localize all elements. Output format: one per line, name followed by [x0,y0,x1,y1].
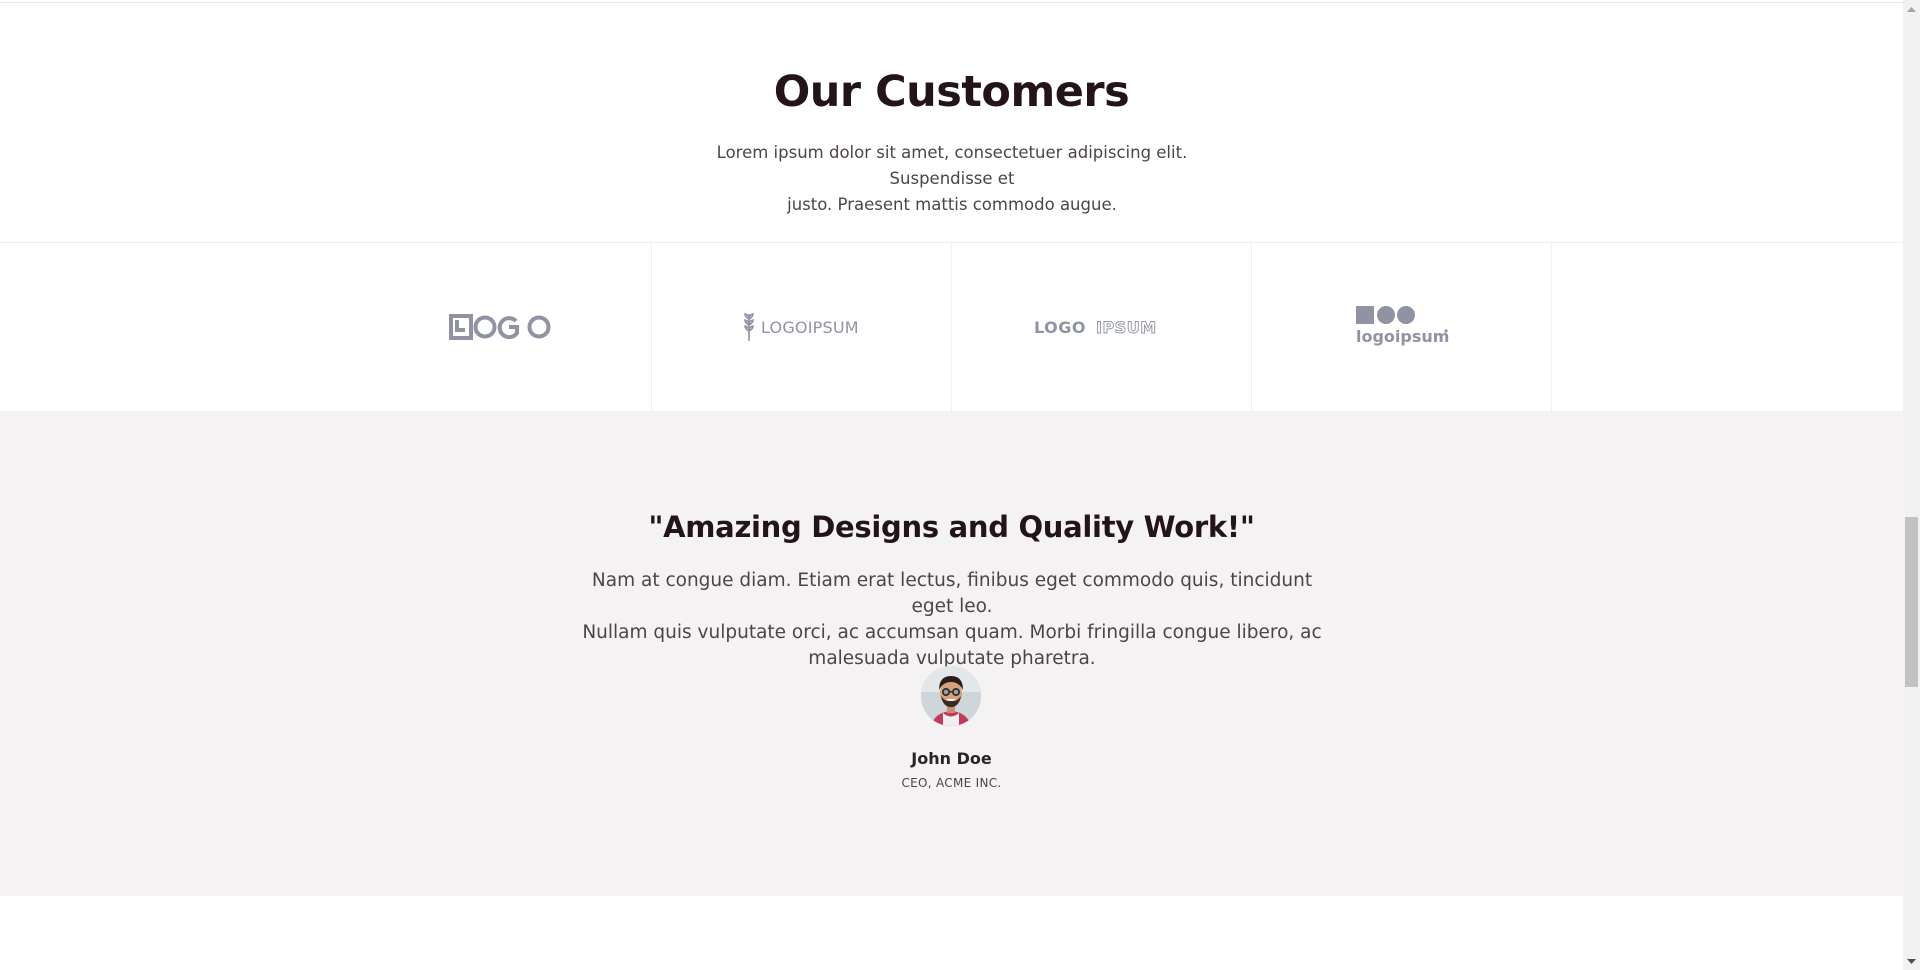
svg-text:logoipsum: logoipsum [1356,327,1449,346]
scroll-down-button[interactable] [1903,953,1920,970]
shapes-logo-icon: logoipsum [1355,306,1449,346]
testimonial-quote: Nam at congue diam. Etiam erat lectus, f… [578,568,1326,672]
scrollbar-thumb[interactable] [1905,517,1918,687]
author-role: CEO, ACME INC. [901,776,1002,790]
customer-logo-4: logoipsum [1252,243,1552,411]
customers-description-line-1: Lorem ipsum dolor sit amet, consectetuer… [716,143,1188,188]
customer-logo-2: LOGOIPSUM [652,243,952,411]
vertical-scrollbar[interactable] [1903,0,1920,970]
page: Our Customers Lorem ipsum dolor sit amet… [0,0,1903,970]
logo-wordmark-icon [448,314,550,340]
testimonial-quote-line-2: Nullam quis vulputate orci, ac accumsan … [582,622,1322,643]
chevron-down-icon [1907,958,1916,964]
wheat-logo-icon: LOGOIPSUM [743,312,859,341]
next-section [0,896,1903,970]
svg-text:LOGO: LOGO [1034,318,1086,337]
avatar [921,666,981,726]
customers-description: Lorem ipsum dolor sit amet, consectetuer… [672,140,1232,218]
viewport: Our Customers Lorem ipsum dolor sit amet… [0,0,1920,970]
customers-description-line-2: justo. Praesent mattis commodo augue. [787,195,1117,214]
scroll-up-button[interactable] [1903,0,1920,17]
customer-logo-1 [350,243,652,411]
testimonial-quote-line-1: Nam at congue diam. Etiam erat lectus, f… [591,570,1313,617]
customers-title: Our Customers [773,67,1130,117]
bold-outline-logo-icon: LOGO IPSUM [1034,318,1157,337]
svg-text:IPSUM: IPSUM [1096,318,1157,337]
customers-section: Our Customers Lorem ipsum dolor sit amet… [0,0,1903,242]
customer-logo-3: LOGO IPSUM [952,243,1252,411]
testimonial-heading: "Amazing Designs and Quality Work!" [648,510,1255,544]
author-name: John Doe [911,749,992,768]
testimonial-section: "Amazing Designs and Quality Work!" Nam … [0,411,1903,896]
chevron-up-icon [1907,6,1916,12]
logo-strip: LOGOIPSUM LOGO IPSUM logoipsum [0,242,1903,411]
person-avatar-icon [921,666,981,726]
svg-text:LOGOIPSUM: LOGOIPSUM [761,318,859,337]
